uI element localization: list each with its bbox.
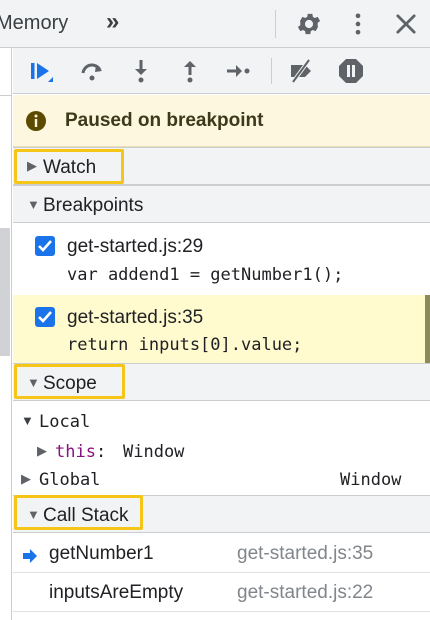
step-out-icon	[184, 61, 196, 83]
checkmark-icon	[38, 240, 52, 252]
expand-triangle-icon: ▶	[37, 443, 47, 458]
breakpoints-section-header[interactable]: ▼ Breakpoints	[13, 185, 430, 223]
step-into-icon	[135, 60, 147, 83]
panel-tab-bar: Memory »	[0, 0, 430, 48]
left-pane-divider	[0, 95, 12, 96]
scope-local-row[interactable]: ▼ Local	[13, 410, 430, 436]
breakpoint-item[interactable]: get-started.js:29 var addend1 = getNumbe…	[13, 223, 430, 295]
gear-icon	[297, 13, 321, 35]
breakpoints-label: Breakpoints	[43, 195, 144, 216]
call-frame-row[interactable]: inputsAreEmpty get-started.js:22	[13, 574, 430, 612]
close-icon	[396, 14, 416, 34]
breakpoint-code: return inputs[0].value;	[67, 335, 303, 355]
resume-icon	[31, 63, 53, 82]
paused-message: Paused on breakpoint	[65, 110, 264, 131]
step-out-button[interactable]	[176, 57, 204, 85]
scope-global-label: Global	[39, 470, 101, 490]
deactivate-breakpoints-icon	[291, 58, 311, 84]
call-frame-function: getNumber1	[49, 543, 154, 564]
breakpoint-code: var addend1 = getNumber1();	[67, 265, 344, 285]
pause-on-exceptions-icon	[339, 59, 363, 83]
scope-this-key: this	[55, 442, 96, 462]
kebab-menu-icon	[355, 13, 361, 35]
close-devtools-button[interactable]	[392, 10, 420, 38]
collapse-triangle-icon: ▼	[21, 413, 34, 428]
call-frame-location[interactable]: get-started.js:35	[237, 543, 373, 565]
step-icon	[227, 65, 250, 77]
call-frame-location[interactable]: get-started.js:22	[237, 582, 373, 604]
breakpoint-location: get-started.js:29	[67, 236, 204, 257]
scope-this-separator: :	[96, 442, 107, 462]
expand-triangle-icon: ▶	[21, 471, 31, 486]
watch-highlight	[14, 149, 124, 184]
step-over-button[interactable]	[78, 57, 106, 85]
resume-button[interactable]	[27, 57, 55, 85]
call-frame-function: inputsAreEmpty	[49, 582, 184, 603]
current-frame-arrow-icon	[23, 547, 37, 563]
tab-memory[interactable]: Memory	[0, 12, 68, 35]
scope-this-row[interactable]: ▶ this : Window	[13, 440, 430, 466]
scope-global-row[interactable]: ▶ Global Window	[13, 468, 430, 494]
collapse-triangle-icon: ▼	[27, 197, 40, 212]
breakpoint-item-active[interactable]: get-started.js:35 return inputs[0].value…	[13, 295, 430, 363]
toolbar-separator	[271, 58, 272, 84]
customize-button[interactable]	[344, 10, 372, 38]
tab-separator	[275, 10, 276, 38]
settings-button[interactable]	[295, 10, 323, 38]
breakpoint-checkbox[interactable]	[35, 307, 55, 327]
breakpoint-location: get-started.js:35	[67, 307, 204, 328]
breakpoint-checkbox[interactable]	[35, 236, 55, 256]
left-pane-scrollbar[interactable]	[0, 228, 10, 356]
deactivate-breakpoints-button[interactable]	[287, 57, 315, 85]
step-over-icon	[81, 63, 102, 81]
info-icon	[25, 110, 47, 132]
paused-banner: Paused on breakpoint	[13, 95, 430, 147]
step-button[interactable]	[224, 57, 252, 85]
scope-highlight	[14, 364, 125, 399]
scope-local-label: Local	[39, 412, 91, 432]
call-stack-highlight	[14, 495, 143, 530]
step-into-button[interactable]	[127, 57, 155, 85]
debugger-toolbar	[13, 48, 430, 94]
scope-global-value: Window	[340, 470, 402, 490]
checkmark-icon	[38, 311, 52, 323]
call-frame-row[interactable]: getNumber1 get-started.js:35	[13, 535, 430, 573]
scope-this-value: Window	[123, 442, 185, 462]
pause-on-exceptions-button[interactable]	[337, 57, 365, 85]
more-tabs-button[interactable]: »	[106, 8, 130, 38]
more-tabs-icon: »	[106, 8, 120, 35]
